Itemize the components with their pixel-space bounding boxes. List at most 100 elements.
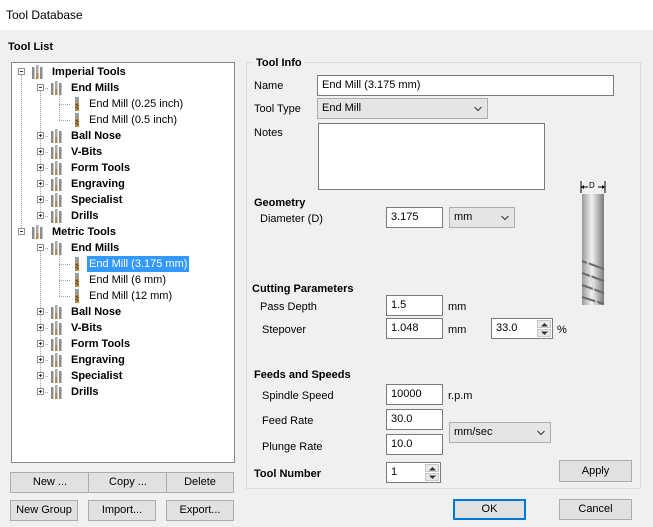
new-group-button[interactable]: New Group (10, 500, 78, 521)
tree-item-label: End Mill (3.175 mm) (87, 256, 190, 272)
tree-item-label: Imperial Tools (52, 66, 126, 78)
spin-up-button[interactable] (425, 464, 439, 472)
copy-tool-button[interactable]: Copy ... (88, 472, 168, 493)
tree-item-label: Form Tools (71, 162, 131, 174)
notes-label: Notes (254, 127, 283, 139)
name-label: Name (254, 80, 284, 92)
tree-item-group[interactable]: Form Tools (12, 160, 234, 176)
feed-rate-field[interactable]: 30.0 (386, 409, 443, 430)
apply-button[interactable]: Apply (559, 460, 632, 482)
expand-icon[interactable] (37, 324, 44, 331)
end-mill-icon (74, 97, 80, 111)
tree-item-category[interactable]: Metric Tools (12, 224, 234, 240)
tool-number-label: Tool Number (254, 468, 322, 480)
tree-item-tool[interactable]: End Mill (0.5 inch) (12, 112, 234, 128)
diameter-unit-select[interactable]: mm (449, 207, 515, 228)
tool-info-title: Tool Info (254, 57, 304, 69)
tree-item-group[interactable]: Form Tools (12, 336, 234, 352)
import-button[interactable]: Import... (88, 500, 156, 521)
tree-item-group[interactable]: Ball Nose (12, 128, 234, 144)
ok-button[interactable]: OK (453, 499, 526, 520)
collapse-icon[interactable] (18, 228, 25, 235)
spin-down-button[interactable] (425, 473, 439, 481)
expand-icon[interactable] (37, 164, 44, 171)
tree-item-category[interactable]: Imperial Tools (12, 64, 234, 80)
stepover-field[interactable]: 1.048 (386, 318, 443, 339)
spindle-speed-field[interactable]: 10000 (386, 384, 443, 405)
tree-item-group[interactable]: Engraving (12, 352, 234, 368)
tree-item-label: V-Bits (71, 322, 103, 334)
end-mill-icon (74, 289, 80, 303)
caret-up-icon (429, 467, 436, 471)
expand-icon[interactable] (37, 132, 44, 139)
diameter-field[interactable]: 3.175 (386, 207, 443, 228)
tool-group-icon (51, 241, 62, 255)
tree-item-label: End Mills (71, 82, 120, 94)
tree-item-label: Specialist (71, 194, 123, 206)
title-bar: Tool Database (0, 0, 653, 30)
tree-item-label: V-Bits (71, 146, 103, 158)
spin-down-button[interactable] (537, 329, 551, 337)
tool-group-icon (51, 353, 62, 367)
tree-item-group[interactable]: Drills (12, 208, 234, 224)
expand-icon[interactable] (37, 196, 44, 203)
expand-icon[interactable] (37, 372, 44, 379)
tree-item-group[interactable]: V-Bits (12, 320, 234, 336)
tool-tree[interactable]: Imperial Tools End Mills End Mill (0.25 in… (11, 62, 235, 463)
pass-depth-unit: mm (448, 301, 467, 313)
expand-icon[interactable] (37, 180, 44, 187)
tree-item-group[interactable]: Ball Nose (12, 304, 234, 320)
stepover-percent-field[interactable]: 33.0 (491, 318, 553, 339)
tree-item-group[interactable]: V-Bits (12, 144, 234, 160)
feed-rate-label: Feed Rate (262, 415, 314, 427)
chevron-down-icon (474, 106, 482, 112)
collapse-icon[interactable] (37, 84, 44, 91)
expand-icon[interactable] (37, 308, 44, 315)
diameter-label: Diameter (D) (260, 213, 323, 225)
tree-item-tool[interactable]: End Mill (6 mm) (12, 272, 234, 288)
percent-label: % (557, 324, 567, 336)
collapse-icon[interactable] (37, 244, 44, 251)
tree-item-label: Engraving (71, 178, 125, 190)
stepover-spinner[interactable] (537, 320, 551, 337)
tree-item-group[interactable]: End Mills (12, 240, 234, 256)
name-field[interactable]: End Mill (3.175 mm) (317, 75, 614, 96)
tree-item-tool[interactable]: End Mill (0.25 inch) (12, 96, 234, 112)
export-button[interactable]: Export... (166, 500, 234, 521)
expand-icon[interactable] (37, 148, 44, 155)
spin-up-button[interactable] (537, 320, 551, 328)
tree-item-label: End Mill (0.5 inch) (89, 114, 178, 126)
pass-depth-field[interactable]: 1.5 (386, 295, 443, 316)
tool-type-select[interactable]: End Mill (317, 98, 488, 119)
chevron-down-icon (537, 430, 545, 436)
tool-number-field[interactable]: 1 (386, 462, 441, 483)
tree-item-group[interactable]: Specialist (12, 368, 234, 384)
expand-icon[interactable] (37, 212, 44, 219)
expand-icon[interactable] (37, 356, 44, 363)
tool-group-icon (32, 65, 43, 79)
tool-group-icon (51, 145, 62, 159)
tree-item-tool[interactable]: End Mill (12 mm) (12, 288, 234, 304)
tree-item-tool[interactable]: End Mill (3.175 mm) (12, 256, 234, 272)
expand-icon[interactable] (37, 388, 44, 395)
end-mill-icon (74, 113, 80, 127)
cancel-button[interactable]: Cancel (559, 499, 632, 520)
tree-item-group[interactable]: Engraving (12, 176, 234, 192)
expand-icon[interactable] (37, 340, 44, 347)
geometry-title: Geometry (254, 197, 306, 209)
tree-item-group[interactable]: End Mills (12, 80, 234, 96)
rate-unit-select[interactable]: mm/sec (449, 422, 551, 443)
tool-group-icon (51, 81, 62, 95)
tree-item-group[interactable]: Drills (12, 384, 234, 400)
stepover-percent-value: 33.0 (496, 322, 518, 334)
tool-number-value: 1 (391, 466, 398, 478)
tree-item-label: Specialist (71, 370, 123, 382)
notes-field[interactable] (318, 123, 545, 190)
collapse-icon[interactable] (18, 68, 25, 75)
plunge-rate-field[interactable]: 10.0 (386, 434, 443, 455)
delete-tool-button[interactable]: Delete (166, 472, 234, 493)
new-tool-button[interactable]: New ... (10, 472, 90, 493)
tree-item-group[interactable]: Specialist (12, 192, 234, 208)
tool-group-icon (51, 305, 62, 319)
tool-number-spinner[interactable] (425, 464, 439, 481)
